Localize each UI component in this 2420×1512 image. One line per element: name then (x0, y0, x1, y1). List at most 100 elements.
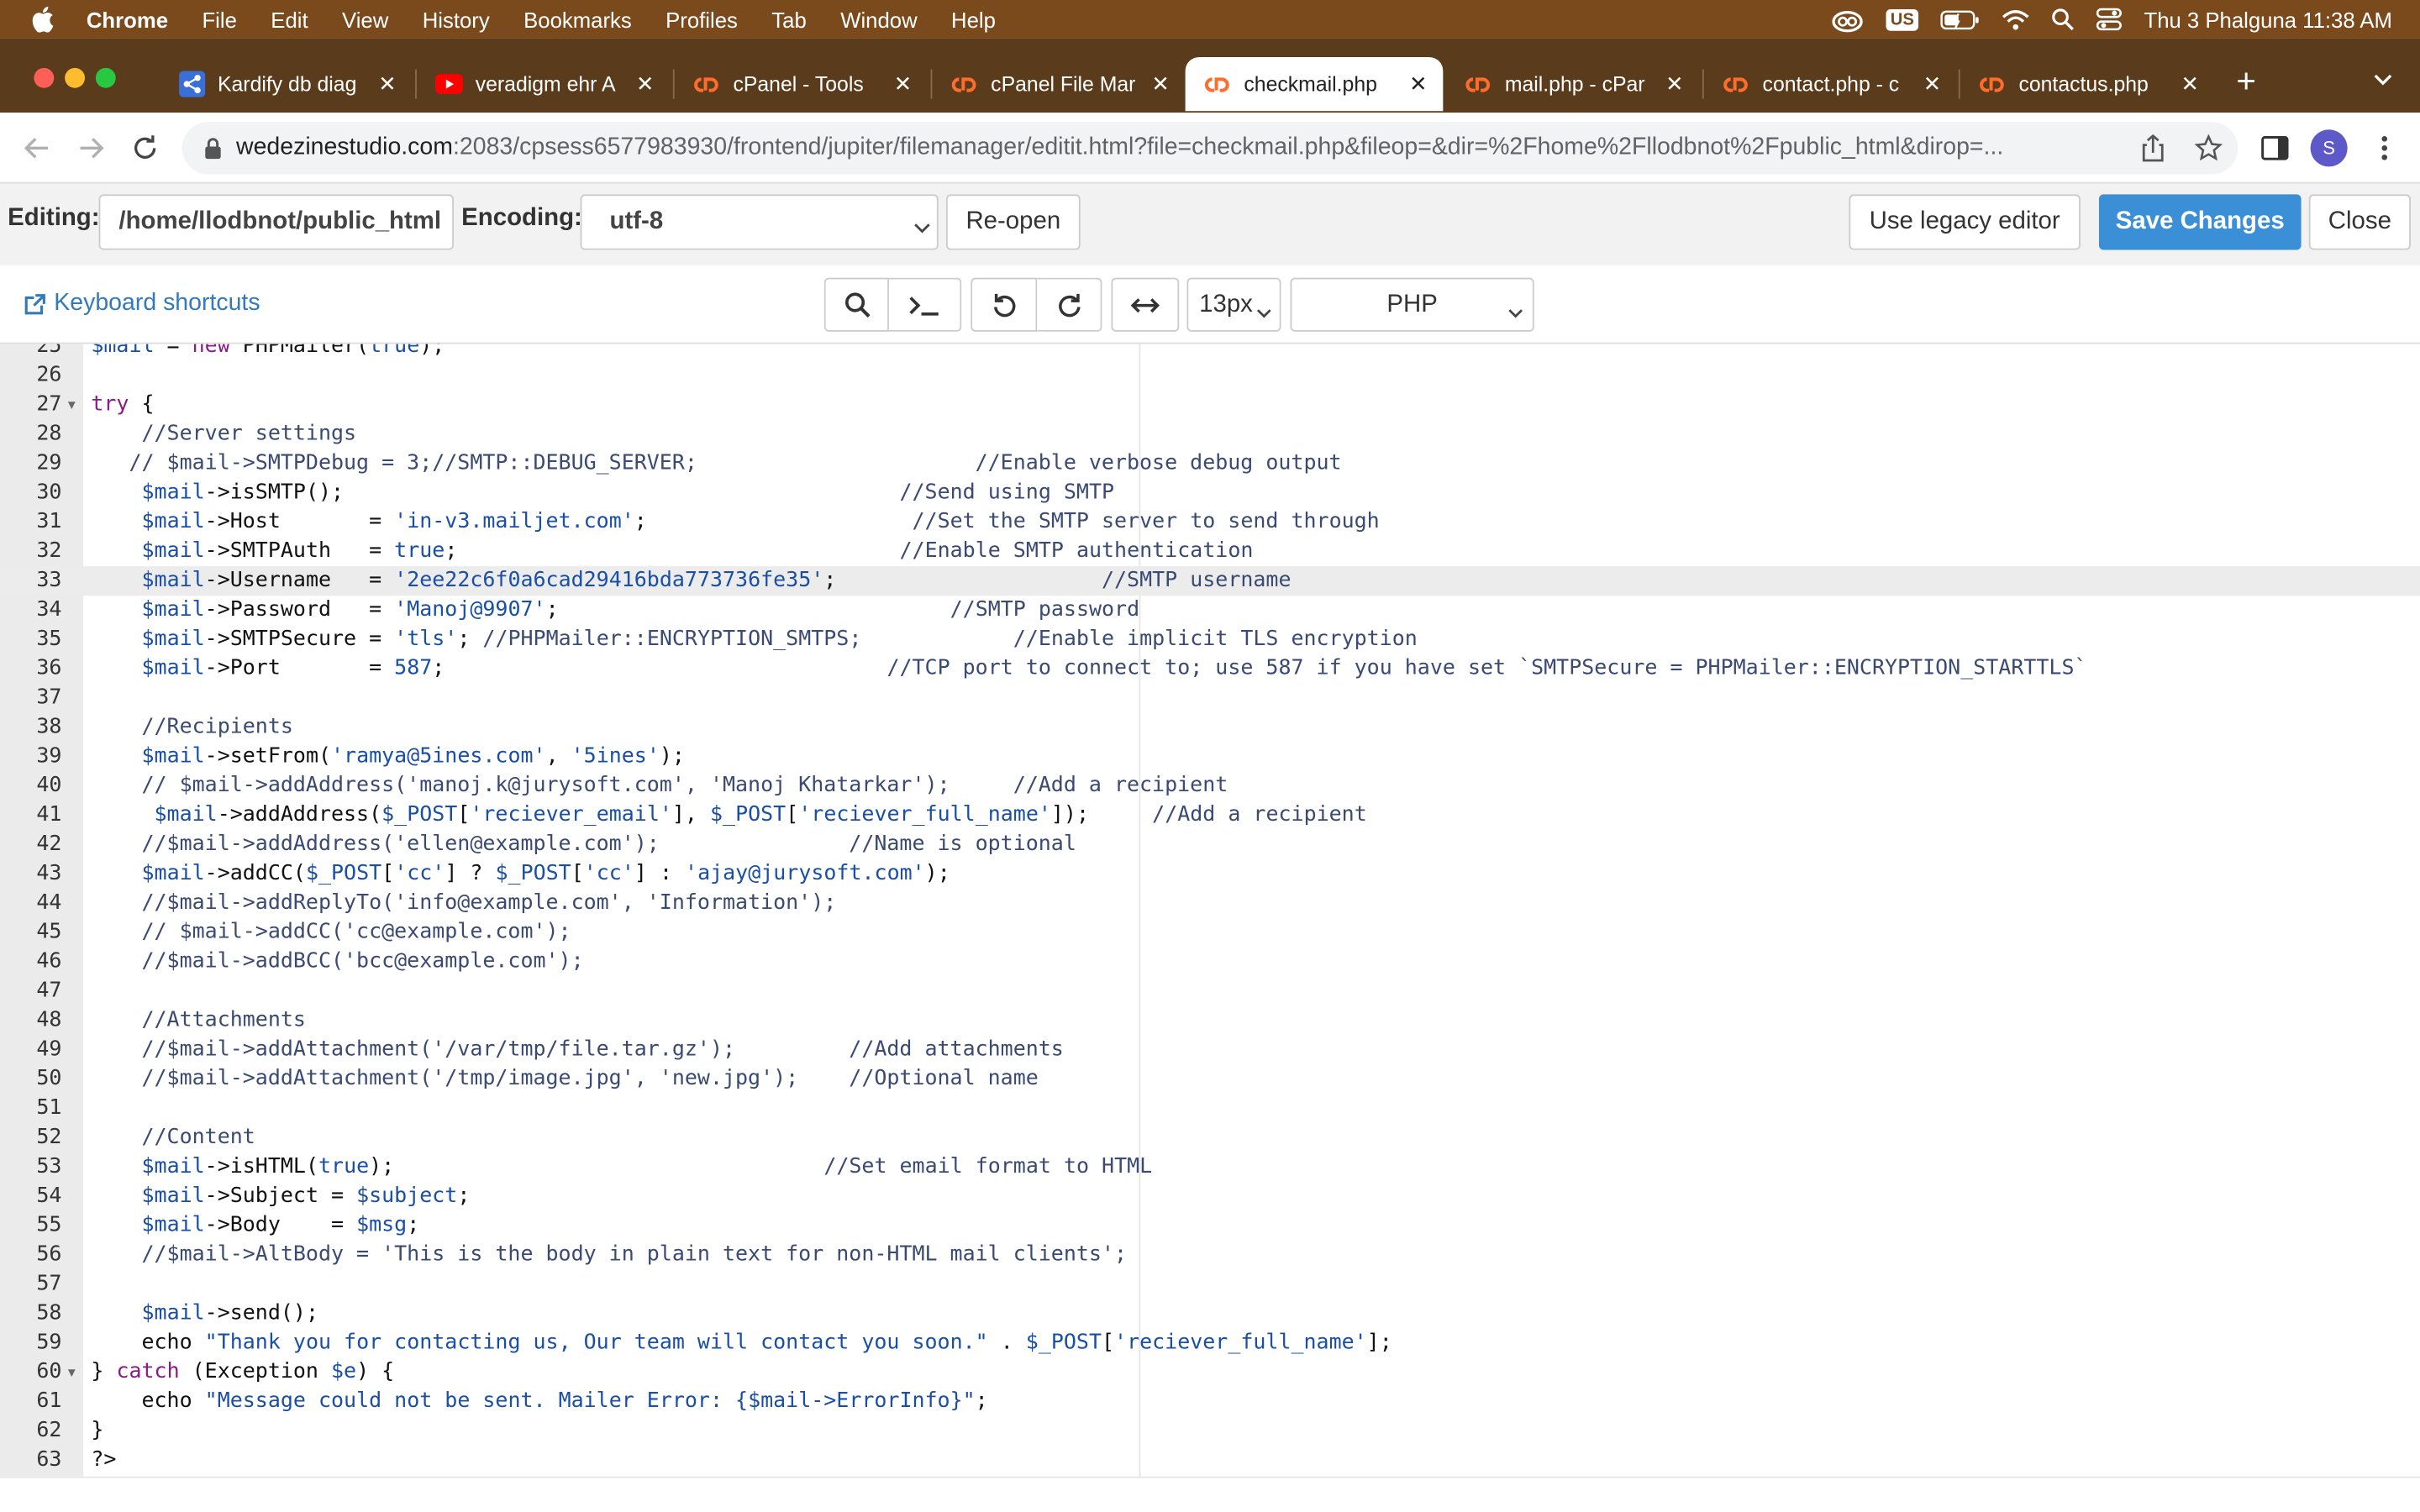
code-token: 'cc' (583, 860, 634, 886)
window-close-button[interactable] (34, 67, 55, 88)
search-button[interactable] (823, 277, 889, 332)
code-text: //$mail->addAttachment('/tmp/image.jpg',… (91, 1064, 1038, 1094)
code-token: //Attachments (91, 1007, 306, 1032)
menu-help[interactable]: Help (951, 7, 996, 31)
redo-button[interactable] (1037, 277, 1102, 332)
tab-title: contactus.php (2018, 72, 2149, 96)
code-token: }" (950, 1389, 976, 1414)
bookmark-star-icon[interactable] (2193, 133, 2224, 164)
word-wrap-button[interactable] (1111, 277, 1180, 332)
language-mode-select[interactable]: PHP (1290, 277, 1534, 332)
legacy-editor-button[interactable]: Use legacy editor (1849, 194, 2081, 250)
menu-edit[interactable]: Edit (271, 7, 308, 31)
keyboard-input-icon[interactable]: US (1886, 8, 1919, 30)
tab-close-icon[interactable]: ✕ (2178, 71, 2202, 97)
wifi-icon[interactable] (2002, 8, 2030, 30)
code-editor[interactable]: 25 $mail = new PHPMailer(true); 26 27 ▼ try {… (0, 344, 2420, 1477)
apple-icon[interactable] (31, 6, 55, 33)
browser-tab[interactable]: Kardify db diag ✕ (159, 57, 412, 111)
tab-close-icon[interactable]: ✕ (1406, 71, 1430, 97)
code-token: $mail (141, 480, 205, 505)
code-text: $mail->Port = 587; //TCP port to connect… (91, 654, 2087, 684)
browser-tab[interactable]: contactus.php ✕ (1960, 57, 2215, 111)
encoding-value: utf-8 (609, 207, 664, 235)
line-number: 31 (36, 509, 62, 534)
code-text: $mail->send(); (91, 1299, 318, 1329)
code-text: // $mail->SMTPDebug = 3;//SMTP::DEBUG_SE… (91, 449, 1341, 478)
menu-tab[interactable]: Tab (771, 7, 806, 31)
browser-tab[interactable]: checkmail.php ✕ (1185, 56, 1444, 112)
undo-button[interactable] (971, 277, 1038, 332)
tab-close-icon[interactable]: ✕ (633, 71, 657, 97)
tab-close-icon[interactable]: ✕ (375, 71, 399, 97)
menu-view[interactable]: View (342, 7, 388, 31)
tab-search-button[interactable] (2372, 68, 2394, 96)
menu-bookmarks[interactable]: Bookmarks (523, 7, 632, 31)
code-token: $e (331, 1359, 357, 1384)
goto-line-button[interactable] (888, 277, 962, 332)
address-bar[interactable]: wedezinestudio.com:2083/cpsess6577983930… (182, 122, 2238, 175)
tab-close-icon[interactable]: ✕ (1662, 71, 1686, 97)
menu-file[interactable]: File (202, 7, 236, 31)
reopen-button[interactable]: Re-open (945, 194, 1081, 250)
code-token: , (545, 743, 571, 769)
tab-close-icon[interactable]: ✕ (1920, 71, 1944, 97)
control-center-icon[interactable] (2096, 8, 2123, 31)
code-token: ->isSMTP(); (204, 480, 900, 505)
code-text: $mail->addCC($_POST['cc'] ? $_POST['cc']… (91, 859, 950, 889)
new-tab-button[interactable]: + (2236, 64, 2256, 98)
chrome-menu-icon[interactable] (2369, 133, 2400, 164)
save-changes-button[interactable]: Save Changes (2098, 194, 2302, 250)
back-button[interactable] (20, 131, 54, 165)
close-button[interactable]: Close (2308, 194, 2411, 250)
line-number: 44 (36, 890, 62, 916)
menu-window[interactable]: Window (840, 7, 917, 31)
keyboard-shortcuts-link[interactable]: Keyboard shortcuts (24, 290, 260, 318)
line-number: 51 (36, 1095, 62, 1121)
code-line: 33 $mail->Username = '2ee22c6f0a6cad2941… (0, 566, 2420, 596)
code-token: ; (545, 596, 950, 622)
browser-tab[interactable]: mail.php - cPar ✕ (1446, 57, 1699, 111)
menubar-clock[interactable]: Thu 3 Phalguna 11:38 AM (2144, 7, 2391, 31)
reload-button[interactable] (128, 131, 161, 165)
creative-cloud-icon[interactable] (1830, 7, 1864, 32)
code-token: $_POST (710, 802, 786, 827)
window-zoom-button[interactable] (95, 67, 116, 88)
profile-avatar[interactable]: S (2310, 129, 2348, 167)
browser-tab[interactable]: cPanel - Tools ✕ (675, 57, 928, 111)
encoding-select[interactable]: utf-8 (580, 194, 939, 250)
browser-tab[interactable]: contact.php - c ✕ (1704, 57, 1957, 111)
code-token: . (987, 1330, 1026, 1355)
fold-toggle-icon[interactable]: ▼ (68, 391, 76, 420)
code-token: 'Manoj@9907' (394, 596, 546, 622)
cpanel-icon (1204, 71, 1232, 98)
cpanel-icon (1979, 71, 2007, 98)
spotlight-search-icon[interactable] (2051, 8, 2075, 31)
editing-path-field[interactable]: /home/llodbnot/public_html (98, 194, 455, 250)
code-line: 27 ▼ try { (0, 391, 2420, 420)
browser-tab[interactable]: veradigm ehr A ✕ (417, 57, 670, 111)
code-text: //$mail->addAttachment('/var/tmp/file.ta… (91, 1035, 1063, 1064)
lock-icon[interactable] (203, 137, 222, 160)
tab-close-icon[interactable]: ✕ (1149, 71, 1173, 97)
font-size-select[interactable]: 13px (1186, 277, 1281, 332)
line-number: 40 (36, 773, 62, 798)
horizontal-scrollbar[interactable] (0, 1476, 2420, 1512)
code-token: //Server settings (91, 421, 357, 446)
menu-profiles[interactable]: Profiles (666, 7, 738, 31)
cpanel-icon (693, 71, 721, 98)
forward-button[interactable] (74, 131, 108, 165)
code-token: 'reciever_full_name' (1114, 1330, 1367, 1355)
side-panel-icon[interactable] (2260, 133, 2291, 164)
tab-close-icon[interactable]: ✕ (891, 71, 915, 97)
battery-icon[interactable] (1940, 8, 1981, 30)
window-minimize-button[interactable] (65, 67, 86, 88)
code-token: $mail (141, 567, 205, 593)
menu-app-chrome[interactable]: Chrome (87, 7, 168, 31)
share-icon[interactable] (2138, 133, 2169, 164)
fold-toggle-icon[interactable]: ▼ (68, 1357, 76, 1387)
browser-tab[interactable]: cPanel File Mar ✕ (932, 57, 1185, 111)
menu-history[interactable]: History (423, 7, 490, 31)
code-token: //$mail->addReplyTo('info@example.com', … (91, 890, 837, 916)
